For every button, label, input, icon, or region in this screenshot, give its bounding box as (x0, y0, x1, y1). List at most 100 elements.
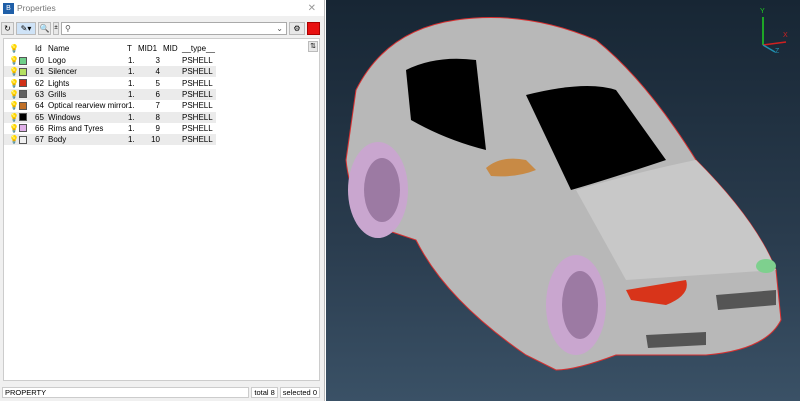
refresh-icon[interactable]: ↻ (1, 22, 14, 35)
cell-t: 1. (128, 123, 135, 133)
cell-id: 61 (35, 67, 44, 77)
cell-mid1: 8 (155, 112, 160, 122)
search-icon: ⚲ (65, 24, 71, 33)
col-mid1[interactable]: MID1 (138, 44, 157, 53)
cell-type: PSHELL (182, 67, 213, 77)
cell-mid1: 3 (155, 56, 160, 65)
cell-id: 64 (35, 101, 44, 111)
visibility-bulb-icon[interactable]: 💡 (9, 56, 19, 65)
cell-type: PSHELL (182, 112, 213, 122)
zoom-stepper[interactable]: ± (53, 22, 59, 35)
status-selected: selected 0 (279, 387, 320, 398)
axis-y-label: Y (760, 8, 765, 15)
col-t[interactable]: T (127, 44, 132, 53)
chevron-down-icon[interactable]: ⌄ (276, 24, 283, 33)
search-input[interactable]: ⚲ ⌄ (61, 22, 287, 35)
visibility-bulb-icon[interactable]: 💡 (9, 113, 19, 122)
color-swatch[interactable] (19, 79, 27, 88)
table-row[interactable]: 💡 62 Lights 1. 5 PSHELL (4, 78, 216, 89)
cell-name: Logo (48, 56, 66, 65)
3d-viewport[interactable]: Y X Z (326, 0, 800, 401)
cell-t: 1. (128, 78, 135, 88)
close-icon[interactable]: ✕ (308, 3, 316, 14)
car-model (345, 17, 782, 371)
front-rim (562, 271, 598, 339)
status-bar: PROPERTY total 8 selected 0 (2, 387, 320, 398)
col-type[interactable]: __type__ (182, 44, 215, 53)
zoom-icon[interactable]: 🔍 (38, 22, 51, 35)
app-logo: B (3, 2, 14, 14)
rear-rim (364, 158, 400, 222)
cell-name: Windows (48, 112, 81, 122)
highlight-icon[interactable]: ✎▾ (16, 22, 36, 35)
cell-id: 60 (35, 56, 44, 65)
properties-table: 💡 Id Name T MID1 MID __type__ ⇅ 💡 60 Log… (3, 38, 320, 381)
cell-t: 1. (128, 112, 135, 122)
cell-id: 62 (35, 78, 44, 88)
cell-t: 1. (128, 67, 135, 77)
cell-mid1: 6 (155, 89, 160, 99)
cell-type: PSHELL (182, 89, 213, 99)
logo-badge (756, 259, 776, 273)
cell-name: Lights (48, 78, 70, 88)
cell-type: PSHELL (182, 123, 213, 133)
visibility-bulb-icon[interactable]: 💡 (9, 101, 19, 110)
visibility-bulb-icon[interactable]: 💡 (9, 135, 19, 144)
properties-panel: B Properties ✕ ↻ ✎▾ 🔍 ± ⚲ ⌄ ⚙ 💡 Id Name … (0, 0, 325, 401)
table-row[interactable]: 💡 64 Optical rearview mirror 1. 7 PSHELL (4, 100, 216, 111)
settings-icon[interactable]: ⚙ (289, 22, 305, 35)
visibility-bulb-icon[interactable]: 💡 (9, 124, 19, 133)
toolbar: ↻ ✎▾ 🔍 ± ⚲ ⌄ ⚙ (1, 21, 320, 36)
cell-mid1: 7 (155, 101, 160, 111)
color-icon[interactable] (307, 22, 320, 35)
cell-name: Rims and Tyres (48, 123, 104, 133)
col-mid[interactable]: MID (163, 44, 178, 53)
color-swatch[interactable] (19, 101, 27, 110)
cell-name: Optical rearview mirror (48, 101, 129, 111)
cell-mid1: 5 (155, 78, 160, 88)
title-bar: B Properties ✕ (0, 0, 324, 16)
cell-name: Body (48, 135, 67, 145)
axis-triad: Y X Z (760, 8, 788, 55)
cell-type: PSHELL (182, 78, 213, 88)
table-row[interactable]: 💡 65 Windows 1. 8 PSHELL (4, 111, 216, 123)
col-name[interactable]: Name (48, 44, 69, 53)
axis-z-label: Z (775, 48, 780, 55)
status-total: total 8 (251, 387, 278, 398)
window-title: Properties (17, 3, 56, 13)
color-swatch[interactable] (19, 56, 27, 65)
cell-t: 1. (128, 101, 135, 111)
cell-type: PSHELL (182, 101, 213, 111)
cell-type: PSHELL (182, 56, 213, 65)
cell-id: 67 (35, 135, 44, 145)
cell-mid1: 4 (155, 67, 160, 77)
cell-id: 65 (35, 112, 44, 122)
col-id[interactable]: Id (35, 44, 42, 53)
visibility-header-icon[interactable]: 💡 (9, 44, 19, 53)
table-row[interactable]: 💡 61 Silencer 1. 4 PSHELL (4, 66, 216, 78)
cell-mid1: 10 (151, 135, 160, 145)
cell-type: PSHELL (182, 135, 213, 145)
visibility-bulb-icon[interactable]: 💡 (9, 90, 19, 99)
cell-id: 63 (35, 89, 44, 99)
visibility-bulb-icon[interactable]: 💡 (9, 79, 19, 88)
cell-t: 1. (128, 89, 135, 99)
color-swatch[interactable] (19, 124, 27, 133)
cell-name: Grills (48, 89, 67, 99)
visibility-bulb-icon[interactable]: 💡 (9, 67, 19, 76)
cell-t: 1. (128, 135, 135, 145)
table-row[interactable]: 💡 60 Logo 1. 3 PSHELL (4, 55, 216, 66)
color-swatch[interactable] (19, 67, 27, 76)
column-options-icon[interactable]: ⇅ (308, 41, 318, 52)
axis-x-label: X (783, 32, 788, 39)
table-row[interactable]: 💡 63 Grills 1. 6 PSHELL (4, 88, 216, 100)
color-swatch[interactable] (19, 135, 27, 144)
status-mode: PROPERTY (2, 387, 250, 398)
cell-name: Silencer (48, 67, 77, 77)
color-swatch[interactable] (19, 90, 27, 99)
table-row[interactable]: 💡 67 Body 1. 10 PSHELL (4, 134, 216, 146)
cell-id: 66 (35, 123, 44, 133)
table-row[interactable]: 💡 66 Rims and Tyres 1. 9 PSHELL (4, 123, 216, 134)
cell-t: 1. (128, 56, 135, 65)
color-swatch[interactable] (19, 113, 27, 121)
